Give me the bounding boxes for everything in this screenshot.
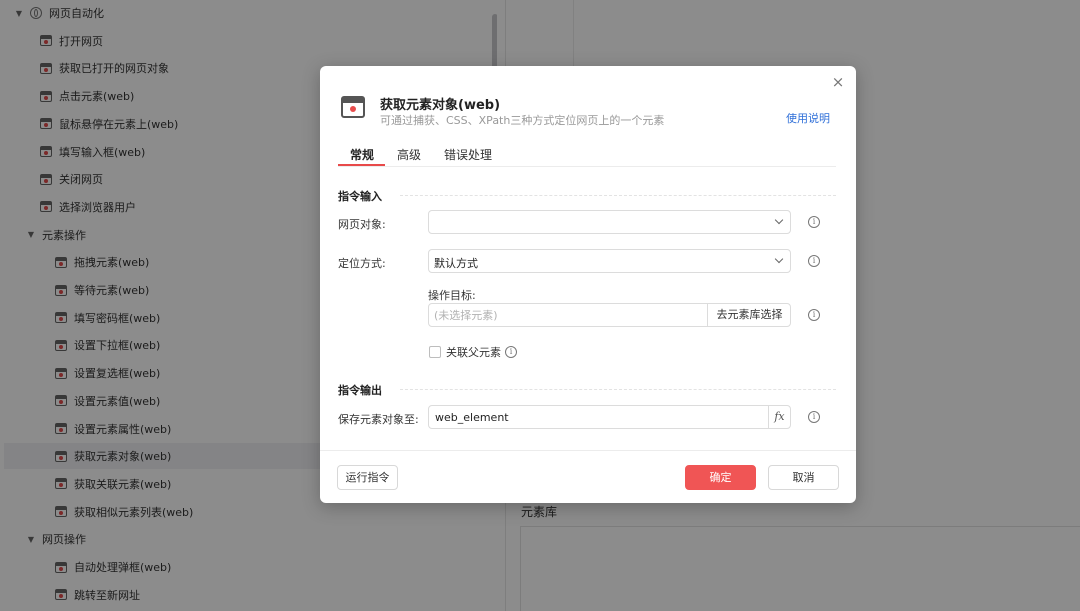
section-input-title: 指令输入 <box>338 190 382 203</box>
tab-general[interactable]: 常规 <box>350 146 374 166</box>
web-object-select[interactable] <box>428 210 791 234</box>
parent-element-checkbox[interactable] <box>429 346 441 358</box>
save-element-input[interactable] <box>429 406 769 428</box>
chevron-down-icon <box>774 254 784 264</box>
section-output-title: 指令输出 <box>338 384 382 397</box>
confirm-button[interactable]: 确定 <box>685 465 756 490</box>
locate-method-select[interactable]: 默认方式 <box>428 249 791 273</box>
tab-advanced[interactable]: 高级 <box>397 146 421 166</box>
dialog-subtitle: 可通过捕获、CSS、XPath三种方式定位网页上的一个元素 <box>380 114 665 127</box>
section-divider <box>400 195 836 197</box>
info-icon[interactable]: i <box>505 346 517 358</box>
close-button[interactable]: × <box>830 74 846 90</box>
fx-icon[interactable]: fx <box>768 406 790 428</box>
info-icon[interactable]: i <box>808 309 820 321</box>
web-object-label: 网页对象: <box>338 218 386 231</box>
chevron-down-icon <box>774 215 784 225</box>
parent-element-label: 关联父元素 <box>446 344 501 360</box>
tabs-divider <box>338 166 836 167</box>
target-field: 去元素库选择 <box>428 303 791 327</box>
save-element-field: fx <box>428 405 791 429</box>
select-from-library-button[interactable]: 去元素库选择 <box>707 304 791 326</box>
cancel-button[interactable]: 取消 <box>768 465 839 490</box>
locate-method-label: 定位方式: <box>338 257 386 270</box>
help-link[interactable]: 使用说明 <box>786 110 830 126</box>
browser-element-icon <box>341 96 365 118</box>
parent-element-label-text: 关联父元素 <box>446 346 501 359</box>
info-icon[interactable]: i <box>808 216 820 228</box>
footer-divider <box>320 450 856 451</box>
locate-method-value: 默认方式 <box>434 257 478 270</box>
get-element-dialog: × 获取元素对象(web) 可通过捕获、CSS、XPath三种方式定位网页上的一… <box>320 66 856 503</box>
run-command-button[interactable]: 运行指令 <box>337 465 398 490</box>
dialog-title: 获取元素对象(web) <box>380 98 501 113</box>
section-divider <box>400 389 836 391</box>
target-input[interactable] <box>429 304 707 326</box>
info-icon[interactable]: i <box>808 411 820 423</box>
target-label: 操作目标: <box>428 289 476 302</box>
tab-error-handling[interactable]: 错误处理 <box>444 146 492 166</box>
save-element-label: 保存元素对象至: <box>338 413 419 426</box>
info-icon[interactable]: i <box>808 255 820 267</box>
